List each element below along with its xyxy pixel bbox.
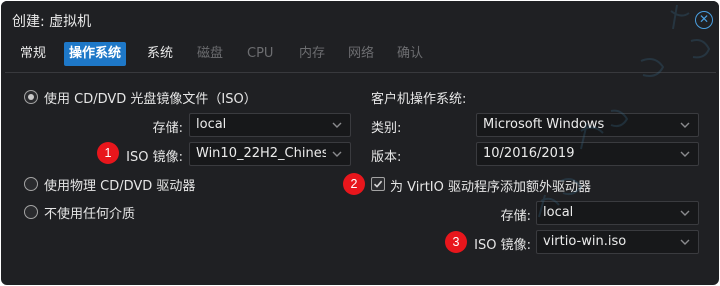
os-type-select[interactable]: Microsoft Windows: [476, 113, 699, 137]
chevron-down-icon: [680, 239, 690, 245]
iso-image-label-left: ISO 镜像:: [126, 150, 183, 165]
annotation-badge-3: 3: [445, 231, 467, 253]
window-title: 创建: 虚拟机: [12, 14, 92, 30]
tab-disk[interactable]: 磁盘: [192, 42, 228, 66]
version-label: 版本:: [371, 150, 402, 165]
tab-memory[interactable]: 内存: [294, 42, 330, 66]
annotation-badge-1: 1: [97, 142, 119, 164]
chevron-down-icon: [332, 151, 342, 157]
no-media-option[interactable]: 不使用任何介质: [24, 203, 136, 222]
physical-drive-label: 使用物理 CD/DVD 驱动器: [44, 178, 196, 194]
guest-os-heading: 客户机操作系统:: [371, 92, 467, 107]
use-iso-option[interactable]: 使用 CD/DVD 光盘镜像文件（ISO）: [24, 88, 257, 107]
tab-os[interactable]: 操作系统: [64, 42, 127, 66]
physical-drive-radio[interactable]: [24, 177, 38, 191]
virtio-checkbox[interactable]: [371, 177, 385, 191]
chevron-down-icon: [680, 122, 690, 128]
virtio-checkbox-label: 为 VirtIO 驱动程序添加额外驱动器: [390, 180, 591, 195]
tab-divider: [5, 72, 716, 73]
type-label: 类别:: [371, 121, 402, 136]
use-iso-radio[interactable]: [24, 90, 38, 104]
storage-label-left: 存储:: [152, 121, 183, 136]
storage-value-left: local: [196, 117, 227, 132]
tab-general[interactable]: 常规: [15, 42, 51, 66]
chevron-down-icon: [680, 151, 690, 157]
iso-image-value-left: Win10_22H2_Chinese: [196, 146, 326, 161]
iso-image-select-right[interactable]: virtio-win.iso: [536, 230, 699, 254]
storage-value-right: local: [543, 205, 574, 220]
close-icon[interactable]: ✕: [695, 11, 713, 29]
checkmark-icon: [373, 180, 383, 188]
chevron-down-icon: [680, 210, 690, 216]
iso-image-select-left[interactable]: Win10_22H2_Chinese: [189, 142, 351, 166]
tab-cpu[interactable]: CPU: [242, 42, 278, 66]
storage-select-left[interactable]: local: [189, 113, 351, 137]
physical-drive-option[interactable]: 使用物理 CD/DVD 驱动器: [24, 175, 196, 194]
annotation-badge-2: 2: [343, 173, 365, 195]
no-media-radio[interactable]: [24, 205, 38, 219]
use-iso-label: 使用 CD/DVD 光盘镜像文件（ISO）: [44, 91, 257, 107]
storage-select-right[interactable]: local: [536, 201, 699, 225]
create-vm-dialog: 创建: 虚拟机 ✕ 常规 操作系统 系统 磁盘 CPU 内存 网络 确认 使用 …: [1, 1, 719, 285]
iso-image-label-right: ISO 镜像:: [474, 238, 531, 253]
tab-system[interactable]: 系统: [142, 42, 178, 66]
os-version-value: 10/2016/2019: [483, 146, 575, 161]
chevron-down-icon: [332, 122, 342, 128]
os-type-value: Microsoft Windows: [483, 117, 605, 132]
no-media-label: 不使用任何介质: [44, 206, 136, 222]
tab-bar: 常规 操作系统 系统 磁盘 CPU 内存 网络 确认: [1, 42, 719, 68]
os-version-select[interactable]: 10/2016/2019: [476, 142, 699, 166]
title-bar: 创建: 虚拟机 ✕: [1, 1, 719, 37]
tab-confirm[interactable]: 确认: [392, 42, 428, 66]
storage-label-right: 存储:: [500, 209, 531, 224]
tab-network[interactable]: 网络: [343, 42, 379, 66]
iso-image-value-right: virtio-win.iso: [543, 234, 627, 249]
